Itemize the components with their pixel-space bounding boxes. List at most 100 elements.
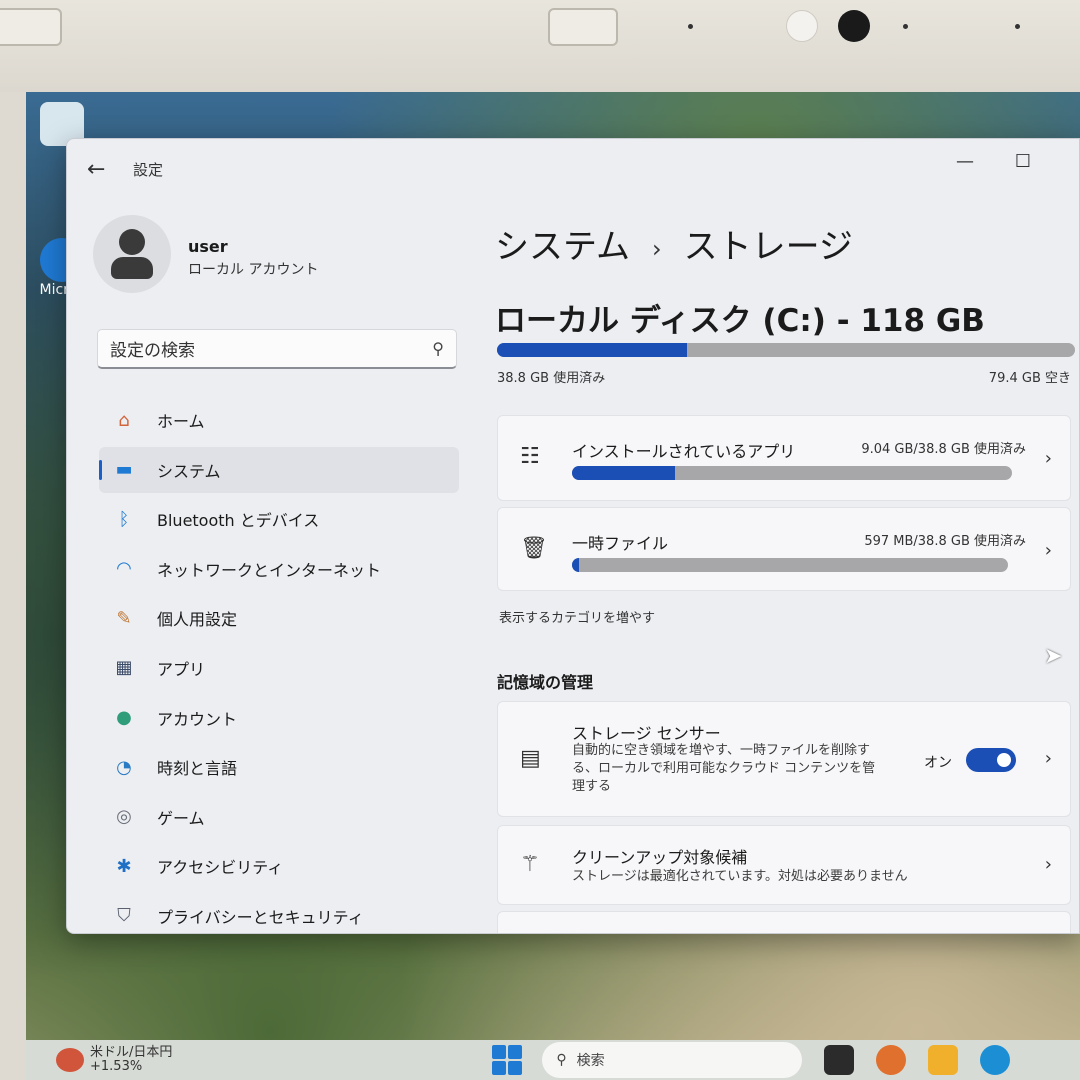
sidebar-item-label: ネットワークとインターネット: [157, 560, 382, 580]
taskbar-search[interactable]: ⚲ 検索: [542, 1042, 803, 1078]
sidebar-item[interactable]: ✱ アクセシビリティ: [99, 843, 459, 889]
disk-free-label: 79.4 GB 空き: [988, 371, 1071, 386]
list-icon: ☷: [520, 444, 540, 469]
cleanup-desc: ストレージは最適化されています。対処は必要ありません: [572, 869, 908, 884]
start-button[interactable]: [492, 1045, 523, 1075]
category-usage-fill: [572, 558, 579, 572]
category-title: インストールされているアプリ: [572, 442, 796, 461]
sidebar-nav: ⌂ ホーム ▬ システム ᛒ Bluetooth とデバイス ◠ ネットワークとインターネット…: [99, 397, 459, 933]
sidebar-item[interactable]: ● アカウント: [99, 695, 459, 741]
minimize-button[interactable]: —: [951, 151, 979, 179]
category-card-apps[interactable]: ☷ インストールされているアプリ 9.04 GB/38.8 GB 使用済み ›: [497, 415, 1071, 501]
currency-widget-icon: [56, 1048, 84, 1072]
globe-clock-icon: ◔: [116, 756, 132, 778]
wifi-icon: ◠: [116, 558, 132, 580]
taskbar: 米ドル/日本円 +1.53% ⚲ 検索: [26, 1040, 1080, 1080]
storage-sense-title: ストレージ センサー: [572, 724, 721, 743]
mic-dot: [903, 24, 908, 29]
account-icon: ●: [116, 707, 132, 729]
chevron-right-icon: ›: [1044, 540, 1052, 561]
sidebar-item-label: Bluetooth とデバイス: [157, 511, 320, 531]
cleanup-title: クリーンアップ対象候補: [572, 848, 748, 867]
brush-icon: ✎: [116, 607, 132, 629]
category-usage: 597 MB/38.8 GB 使用済み: [864, 534, 1026, 549]
sidebar-item[interactable]: ◎ ゲーム: [99, 794, 459, 840]
title-bar: ← 設定 — ☐: [67, 139, 1079, 199]
more-categories-link[interactable]: 表示するカテゴリを増やす: [499, 607, 655, 626]
search-icon: ⚲: [556, 1052, 567, 1068]
chevron-right-icon: ›: [1044, 748, 1052, 769]
task-view-icon[interactable]: [824, 1045, 855, 1075]
app-title: 設定: [133, 161, 164, 179]
user-icon: [119, 229, 145, 255]
storage-card-partial[interactable]: [497, 911, 1071, 933]
bezel-latch-left: [0, 8, 62, 46]
sidebar-item[interactable]: ◠ ネットワークとインターネット: [99, 546, 459, 592]
widget-title: 米ドル/日本円: [90, 1045, 173, 1060]
section-title: 記憶域の管理: [497, 673, 594, 692]
breadcrumb: システム › ストレージ: [495, 219, 853, 268]
sidebar-item-label: ゲーム: [157, 808, 205, 828]
edge-icon[interactable]: [980, 1045, 1011, 1075]
cleanup-card[interactable]: ⚚ クリーンアップ対象候補 ストレージは最適化されています。対処は必要ありません…: [497, 825, 1071, 905]
chevron-right-icon: ›: [1044, 854, 1052, 875]
trash-icon: 🗑: [520, 536, 548, 561]
category-title: 一時ファイル: [572, 534, 669, 553]
breadcrumb-current: ストレージ: [683, 227, 853, 267]
sidebar-item[interactable]: ⌂ ホーム: [99, 397, 459, 443]
shield-icon: ⛉: [117, 905, 131, 927]
chevron-right-icon: ›: [1044, 448, 1052, 469]
widget-value: +1.53%: [90, 1059, 143, 1074]
profile-account-type: ローカル アカウント: [188, 262, 319, 278]
sidebar-item-label: 個人用設定: [157, 610, 238, 630]
search-icon: ⚲: [432, 339, 444, 358]
sidebar-item-label: アカウント: [157, 709, 238, 729]
disk-used-label: 38.8 GB 使用済み: [497, 371, 606, 386]
search-input[interactable]: 設定の検索 ⚲: [97, 329, 457, 369]
settings-window: ← 設定 — ☐ user ローカル アカウント 設定の検索 ⚲ ⌂ ホーム ▬ シス…: [66, 138, 1080, 934]
category-usage-fill: [572, 466, 675, 480]
sidebar-item[interactable]: ⛉ プライバシーとセキュリティ: [99, 893, 459, 933]
laptop-bezel: [0, 0, 1080, 92]
sidebar-item[interactable]: ✎ 個人用設定: [99, 595, 459, 641]
broom-icon: ⚚: [520, 852, 540, 877]
toggle-state-label: オン: [924, 755, 952, 771]
sidebar-item-label: 時刻と言語: [157, 759, 238, 779]
sidebar-item[interactable]: ◔ 時刻と言語: [99, 744, 459, 790]
file-explorer-icon[interactable]: [928, 1045, 959, 1075]
storage-sense-toggle[interactable]: [966, 748, 1016, 772]
disk-usage-fill: [497, 343, 688, 357]
chevron-right-icon: ›: [651, 234, 662, 263]
sidebar-item[interactable]: ▬ システム: [99, 446, 459, 493]
back-arrow-icon[interactable]: ←: [87, 157, 105, 182]
mouse-cursor: ➤: [1044, 644, 1063, 669]
sidebar-item-label: ホーム: [157, 412, 205, 431]
profile-name: user: [188, 237, 228, 256]
display-icon: ▬: [115, 459, 133, 481]
laptop-bezel-left: [0, 92, 26, 1080]
sidebar-item[interactable]: ▦ アプリ: [99, 645, 459, 691]
copilot-icon[interactable]: [876, 1045, 907, 1075]
home-icon: ⌂: [118, 409, 130, 431]
category-usage-bar: [572, 558, 1008, 572]
disk-usage-bar: [497, 343, 1075, 357]
drive-icon: ▤: [520, 746, 541, 771]
breadcrumb-parent[interactable]: システム: [495, 227, 630, 267]
taskbar-search-placeholder: 検索: [576, 1053, 605, 1069]
sidebar-item-label: プライバシーとセキュリティ: [157, 907, 364, 927]
taskbar-widget[interactable]: 米ドル/日本円 +1.53%: [56, 1046, 172, 1074]
ir-sensor: [786, 10, 818, 42]
category-card-temp-files[interactable]: 🗑 一時ファイル 597 MB/38.8 GB 使用済み ›: [497, 507, 1071, 591]
bezel-latch-center: [548, 8, 618, 46]
webcam-lens: [838, 10, 870, 42]
storage-sense-card[interactable]: ▤ ストレージ センサー 自動的に空き領域を増やす、一時ファイルを削除する、ロー…: [497, 701, 1071, 817]
avatar[interactable]: [93, 215, 171, 293]
sidebar-item-label: システム: [157, 461, 221, 481]
storage-sense-desc: 自動的に空き領域を増やす、一時ファイルを削除する、ローカルで利用可能なクラウド …: [572, 743, 876, 794]
gamepad-icon: ◎: [116, 806, 132, 828]
mic-dot: [1015, 24, 1020, 29]
sensor-dot: [688, 24, 693, 29]
sidebar-item[interactable]: ᛒ Bluetooth とデバイス: [99, 496, 459, 542]
category-usage: 9.04 GB/38.8 GB 使用済み: [861, 442, 1026, 457]
maximize-button[interactable]: ☐: [1009, 151, 1037, 179]
